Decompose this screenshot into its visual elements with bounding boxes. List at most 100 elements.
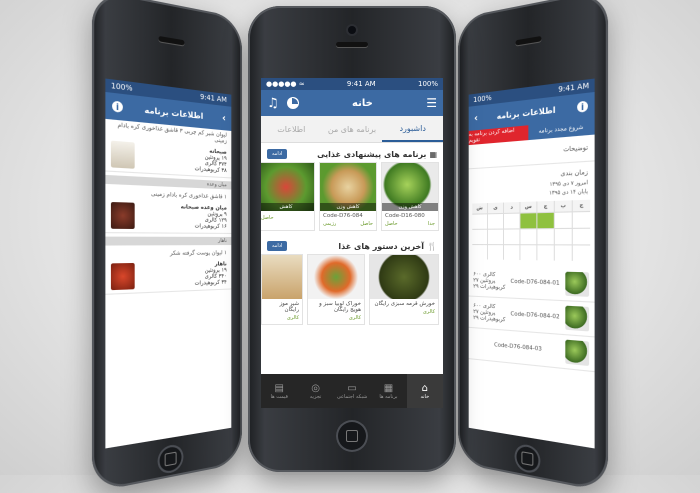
calendar-grid[interactable]: ش ی د س چ پ ج	[472, 200, 590, 261]
tab-prices[interactable]: ▤ قیمت ها	[261, 374, 297, 408]
calendar-day[interactable]	[488, 245, 503, 260]
left-item[interactable]: میان وعده صبحانه ۹ پروتئین ۱۲۹ کالری ۱۶ …	[105, 198, 231, 233]
left-item-carb: ۳۴ کربوهیدرات	[195, 280, 227, 287]
card-caption: کاهش	[261, 203, 314, 211]
center-screen: ●●●●● ≈ 9:41 AM 100% ♫ خانه ☰ داشبورد بر…	[261, 78, 443, 408]
tab-analysis[interactable]: ◎ تجزیه	[297, 374, 333, 408]
plan-thumbnail	[565, 340, 589, 366]
recipe-card[interactable]: شیر موز رایگان کالری	[261, 254, 303, 325]
calendar-day[interactable]	[537, 229, 553, 244]
globe-icon: ◎	[311, 383, 320, 394]
plan-card[interactable]: کاهش حاصل	[261, 162, 315, 231]
plan-thumbnail	[565, 272, 589, 297]
recipe-name: خوراک لوبیا سبز و هویج رایگان	[308, 299, 364, 315]
recipes-header: ادامه آخرین دستور های غذا 🍴	[261, 235, 443, 254]
card-meta-right: حاصل	[261, 215, 274, 221]
card-code: Code-D76-084	[320, 211, 376, 221]
vegetables-thumbnail: کاهش	[261, 163, 314, 211]
calendar-day-active[interactable]	[537, 213, 553, 228]
tab-info[interactable]: اطلاعات	[261, 116, 322, 142]
tab-label: خانه	[420, 394, 429, 400]
info-icon[interactable]: i	[577, 101, 588, 113]
clock-icon[interactable]	[287, 97, 299, 109]
calendar-day[interactable]	[555, 212, 572, 228]
calendar-day[interactable]	[573, 212, 590, 228]
left-item[interactable]: ناهار ۱۹ پروتئین ۳۴۰ کالری ۳۴ کربوهیدرات	[105, 258, 231, 295]
tab-label: برنامه ها	[379, 394, 397, 400]
more-button[interactable]: ادامه	[267, 241, 287, 251]
music-icon[interactable]: ♫	[267, 96, 279, 111]
right-screen: 100% 9:41 AM ‹ اطلاعات برنامه i اضافه کر…	[469, 79, 595, 449]
right-phone: 100% 9:41 AM ‹ اطلاعات برنامه i اضافه کر…	[458, 0, 608, 493]
plan-code: Code-D76-084-03	[494, 342, 542, 353]
weekday: ج	[573, 200, 590, 212]
left-time: 9:41 AM	[200, 93, 227, 104]
front-camera	[348, 26, 356, 34]
recipe-card[interactable]: خوراک لوبیا سبز و هویج رایگان کالری	[307, 254, 365, 325]
weekday: ی	[488, 203, 503, 214]
info-icon[interactable]: i	[112, 101, 123, 113]
recipe-meta: کالری	[370, 309, 438, 318]
calendar-day[interactable]	[555, 245, 572, 260]
plan-card[interactable]: کاهش وزن Code-D76-084 حاصل رژیمی	[319, 162, 377, 231]
tab-my-plans[interactable]: برنامه های من	[322, 116, 383, 142]
snack-thumbnail	[111, 202, 135, 229]
left-home-button[interactable]	[158, 443, 184, 475]
left-item-carb: ۱۶ کربوهیدرات	[181, 223, 227, 230]
calendar-day[interactable]	[488, 214, 503, 229]
card-meta: جدا حاصل	[382, 221, 438, 230]
menu-icon[interactable]: ☰	[426, 96, 437, 110]
calendar-day[interactable]	[488, 230, 503, 245]
back-chevron-icon[interactable]: ‹	[222, 112, 226, 124]
plan-carb: ۲۹ کربوهیدرات	[473, 284, 505, 291]
calendar-day[interactable]	[573, 245, 590, 261]
calendar-day[interactable]	[537, 245, 553, 260]
tab-social[interactable]: ▭ شبکه اجتماعی	[334, 374, 370, 408]
calendar-day[interactable]	[504, 214, 520, 229]
card-meta-right: رژیمی	[323, 221, 336, 227]
right-title: اطلاعات برنامه	[497, 105, 556, 121]
right-home-button[interactable]	[515, 443, 541, 475]
calendar-day[interactable]	[472, 230, 487, 244]
calendar-icon: ▦	[384, 383, 393, 394]
calendar-day[interactable]	[520, 245, 536, 260]
card-meta-left: جدا	[428, 221, 435, 227]
chat-icon: ▭	[347, 383, 356, 394]
section-title: برنامه های پیشنهادی غذایی	[317, 150, 426, 159]
section-title: آخرین دستور های غذا	[338, 242, 424, 251]
weekday: ش	[472, 203, 487, 214]
calendar-day[interactable]	[472, 214, 487, 229]
calendar-day[interactable]	[472, 245, 487, 259]
segmented-tabs: داشبورد برنامه های من اطلاعات	[261, 116, 443, 143]
calendar-icon: ▦	[429, 150, 437, 159]
calendar-day[interactable]	[520, 229, 536, 244]
more-button[interactable]: ادامه	[267, 149, 287, 159]
suggested-plans-header: ادامه برنامه های پیشنهادی غذایی ▦	[261, 143, 443, 162]
calendar-day[interactable]	[555, 229, 572, 244]
calendar-day[interactable]	[573, 229, 590, 245]
right-battery: 100%	[473, 94, 491, 104]
recipe-cal: کالری	[349, 315, 361, 321]
shake-thumbnail	[262, 255, 302, 299]
card-caption: کاهش وزن	[382, 203, 438, 211]
tab-dashboard[interactable]: داشبورد	[382, 116, 443, 142]
greenbean-thumbnail	[308, 255, 364, 299]
left-speaker	[159, 36, 185, 46]
card-caption: کاهش وزن	[320, 203, 376, 211]
tab-programs[interactable]: ▦ برنامه ها	[370, 374, 406, 408]
left-phone: 100% 9:41 AM i اطلاعات برنامه ‹ لیوان شی…	[92, 0, 242, 493]
calendar-day[interactable]	[504, 229, 520, 244]
card-meta: حاصل	[261, 215, 314, 224]
tab-home[interactable]: ⌂ خانه	[407, 374, 443, 408]
recipe-cal: کالری	[287, 315, 299, 321]
center-home-button[interactable]	[336, 420, 368, 452]
calendar-day-active[interactable]	[520, 213, 536, 228]
left-band-label: میان وعده	[207, 181, 227, 188]
home-icon: ⌂	[422, 383, 428, 394]
recipe-card[interactable]: خورش قرمه سبزی رایگان کالری	[369, 254, 439, 325]
plan-thumbnail	[565, 306, 589, 332]
back-chevron-icon[interactable]: ‹	[474, 112, 478, 124]
tab-label: شبکه اجتماعی	[337, 394, 367, 400]
calendar-day[interactable]	[504, 245, 520, 260]
plan-card[interactable]: کاهش وزن Code-D16-080 جدا حاصل	[381, 162, 439, 231]
